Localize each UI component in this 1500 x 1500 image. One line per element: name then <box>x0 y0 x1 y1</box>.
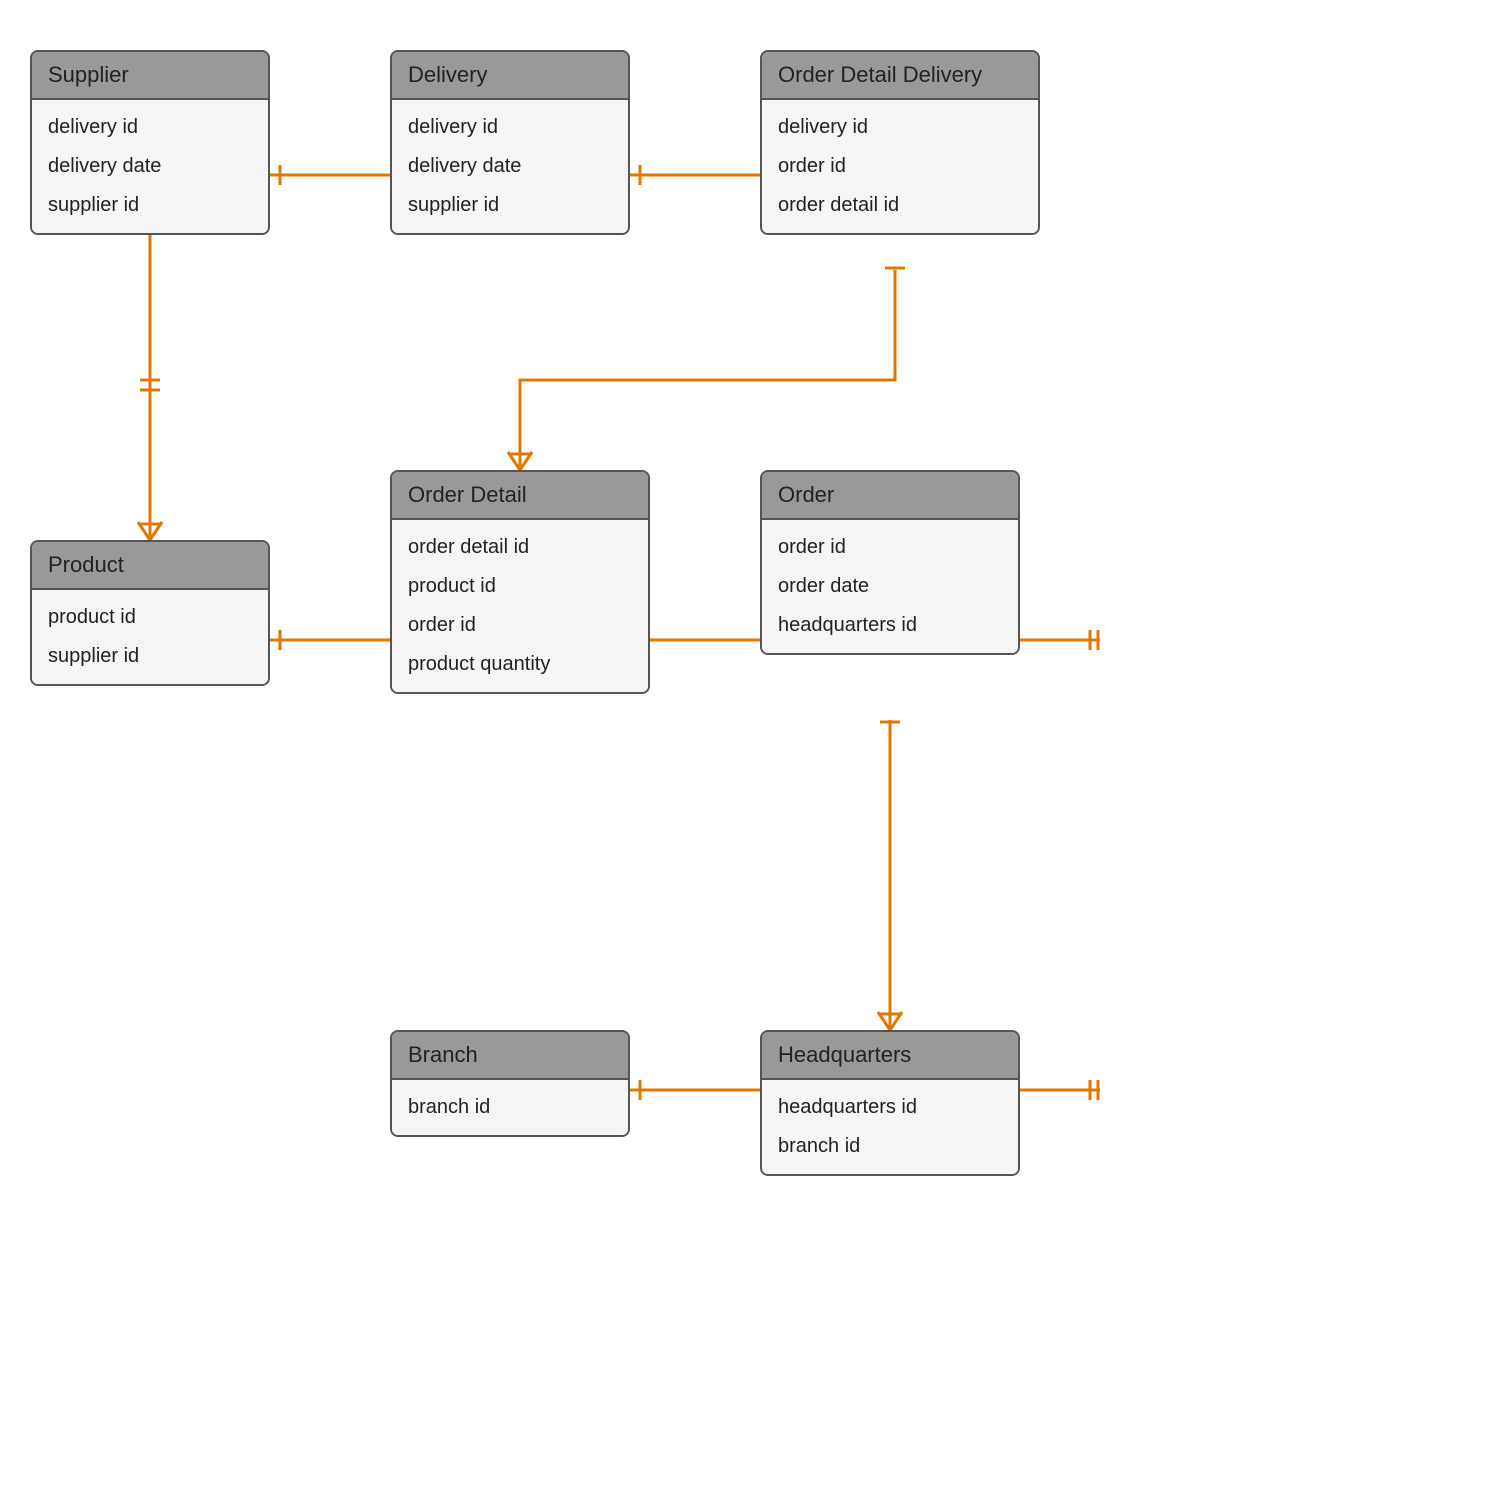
table-product-header: Product <box>32 542 268 590</box>
table-odd-header: Order Detail Delivery <box>762 52 1038 100</box>
table-supplier-header: Supplier <box>32 52 268 100</box>
field-hq-2: branch id <box>778 1127 1002 1166</box>
field-branch-1: branch id <box>408 1088 612 1127</box>
table-product-body: product id supplier id <box>32 590 268 684</box>
field-order-3: headquarters id <box>778 606 1002 645</box>
table-supplier-body: delivery id delivery date supplier id <box>32 100 268 233</box>
table-order-header: Order <box>762 472 1018 520</box>
field-odd-1: delivery id <box>778 108 1022 147</box>
table-supplier: Supplier delivery id delivery date suppl… <box>30 50 270 235</box>
field-hq-1: headquarters id <box>778 1088 1002 1127</box>
field-delivery-2: delivery date <box>408 147 612 186</box>
field-order-1: order id <box>778 528 1002 567</box>
table-order-body: order id order date headquarters id <box>762 520 1018 653</box>
table-delivery-body: delivery id delivery date supplier id <box>392 100 628 233</box>
field-product-1: product id <box>48 598 252 637</box>
table-odd-body: delivery id order id order detail id <box>762 100 1038 233</box>
table-branch-body: branch id <box>392 1080 628 1135</box>
field-delivery-1: delivery id <box>408 108 612 147</box>
table-order-detail: Order Detail order detail id product id … <box>390 470 650 694</box>
table-delivery-header: Delivery <box>392 52 628 100</box>
table-order: Order order id order date headquarters i… <box>760 470 1020 655</box>
field-supplier-2: delivery date <box>48 147 252 186</box>
field-od-3: order id <box>408 606 632 645</box>
table-hq-body: headquarters id branch id <box>762 1080 1018 1174</box>
field-odd-2: order id <box>778 147 1022 186</box>
table-od-header: Order Detail <box>392 472 648 520</box>
table-headquarters: Headquarters headquarters id branch id <box>760 1030 1020 1176</box>
table-product: Product product id supplier id <box>30 540 270 686</box>
diagram-container: Supplier delivery id delivery date suppl… <box>0 0 1500 1500</box>
field-product-2: supplier id <box>48 637 252 676</box>
table-branch: Branch branch id <box>390 1030 630 1137</box>
table-hq-header: Headquarters <box>762 1032 1018 1080</box>
table-delivery: Delivery delivery id delivery date suppl… <box>390 50 630 235</box>
field-supplier-3: supplier id <box>48 186 252 225</box>
field-delivery-3: supplier id <box>408 186 612 225</box>
field-od-2: product id <box>408 567 632 606</box>
field-od-4: product quantity <box>408 645 632 684</box>
table-branch-header: Branch <box>392 1032 628 1080</box>
table-order-detail-delivery: Order Detail Delivery delivery id order … <box>760 50 1040 235</box>
field-odd-3: order detail id <box>778 186 1022 225</box>
field-order-2: order date <box>778 567 1002 606</box>
table-od-body: order detail id product id order id prod… <box>392 520 648 692</box>
field-od-1: order detail id <box>408 528 632 567</box>
field-supplier-1: delivery id <box>48 108 252 147</box>
